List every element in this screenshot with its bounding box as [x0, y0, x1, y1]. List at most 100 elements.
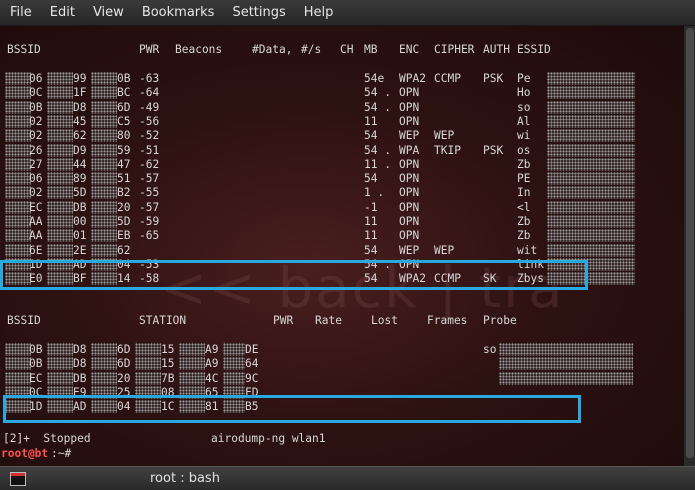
- essid-redacted: [547, 86, 635, 100]
- bssid-redacted: [5, 143, 31, 157]
- menu-bar: File Edit View Bookmarks Settings Help: [0, 0, 695, 26]
- bssid-part: 02: [29, 186, 43, 200]
- bssid-part: 5D: [73, 186, 87, 200]
- essid-cell: Al: [517, 114, 531, 128]
- bssid-part: EB: [117, 229, 131, 243]
- enc-cell: OPN: [399, 157, 420, 171]
- bssid-redacted: [5, 72, 31, 85]
- bssid-part: 1D: [29, 257, 43, 271]
- bssid-part: 04: [117, 400, 131, 414]
- station-part: 9C: [245, 371, 259, 385]
- essid-cell: In: [517, 186, 531, 200]
- menu-item-view[interactable]: View: [93, 5, 124, 20]
- bssid-part: DB: [73, 200, 87, 214]
- pwr-cell: -51: [139, 143, 160, 157]
- station-part: 08: [161, 385, 175, 399]
- terminal-scrollbar[interactable]: [683, 26, 695, 466]
- station-redacted: [135, 357, 161, 371]
- mb-cell: 1 .: [364, 186, 385, 200]
- essid-redacted: [547, 157, 635, 171]
- mb-cell: 11: [364, 229, 378, 243]
- essid-redacted: [547, 172, 635, 186]
- terminal-icon[interactable]: [10, 471, 26, 486]
- essid-cell: PE: [517, 172, 531, 186]
- essid-redacted: [547, 186, 635, 200]
- essid-redacted: [547, 243, 635, 257]
- bssid-redacted: [91, 229, 117, 243]
- mb-cell: 54: [364, 129, 378, 143]
- bssid-part: 99: [73, 72, 87, 85]
- pwr-cell: -49: [139, 100, 160, 114]
- taskbar-tab-label[interactable]: root : bash: [150, 471, 220, 486]
- bssid-part: 06: [29, 72, 43, 85]
- auth-cell: PSK: [483, 143, 504, 157]
- bssid-part: BF: [73, 272, 87, 286]
- bssid-redacted: [5, 100, 31, 114]
- backtrack-watermark: << back | tra: [160, 256, 565, 321]
- menu-item-settings[interactable]: Settings: [232, 5, 285, 20]
- station-header-5: Frames: [427, 314, 468, 327]
- enc-cell: OPN: [399, 257, 420, 271]
- auth-cell: PSK: [483, 72, 504, 85]
- menu-item-file[interactable]: File: [10, 5, 32, 20]
- bssid-part: 02: [29, 114, 43, 128]
- scrollbar-thumb[interactable]: [686, 28, 694, 458]
- essid-redacted: [547, 257, 635, 271]
- bssid-part: 51: [117, 172, 131, 186]
- bssid-part: 0B: [29, 100, 43, 114]
- bssid-redacted: [5, 229, 31, 243]
- mb-cell: 11: [364, 215, 378, 228]
- bssid-part: D8: [73, 100, 87, 114]
- bssid-redacted: [47, 172, 73, 186]
- bssid-part: AD: [73, 400, 87, 414]
- station-header-2: PWR: [273, 314, 294, 327]
- probe-redacted: [499, 357, 633, 371]
- probe-redacted: [499, 371, 633, 385]
- bssid-redacted: [91, 343, 117, 356]
- station-redacted: [223, 371, 245, 385]
- cipher-cell: TKIP: [434, 143, 461, 157]
- mb-cell: 54 .: [364, 257, 391, 271]
- menu-item-bookmarks[interactable]: Bookmarks: [142, 5, 215, 20]
- bssid-part: 89: [73, 172, 87, 186]
- probe-redacted: [499, 343, 633, 356]
- pwr-cell: -55: [139, 186, 160, 200]
- pwr-cell: -53: [139, 257, 160, 271]
- mb-cell: 54: [364, 243, 378, 257]
- bssid-part: 26: [29, 143, 43, 157]
- station-header-4: Lost: [371, 314, 398, 327]
- bssid-part: 59: [117, 143, 131, 157]
- bssid-part: AD: [73, 257, 87, 271]
- job-status: [2]+ Stopped: [3, 432, 91, 445]
- bssid-redacted: [91, 215, 117, 228]
- essid-redacted: [547, 229, 635, 243]
- pwr-cell: -57: [139, 172, 160, 186]
- ap-header-5: CH: [340, 43, 354, 56]
- bssid-part: 27: [29, 157, 43, 171]
- probe-cell: so: [483, 343, 497, 356]
- menu-item-edit[interactable]: Edit: [50, 5, 75, 20]
- ap-header-7: ENC: [399, 43, 420, 56]
- bssid-part: 1F: [73, 86, 87, 100]
- bssid-redacted: [91, 371, 117, 385]
- enc-cell: OPN: [399, 200, 420, 214]
- bssid-part: 0B: [117, 72, 131, 85]
- terminal-window[interactable]: << back | tra BSSID PWR Beacons #Data, #/s CH…: [0, 26, 683, 466]
- bssid-part: B2: [117, 186, 131, 200]
- bssid-part: 45: [73, 114, 87, 128]
- bssid-redacted: [5, 257, 31, 271]
- bssid-part: 20: [117, 371, 131, 385]
- pwr-cell: -59: [139, 215, 160, 228]
- pwr-cell: -56: [139, 114, 160, 128]
- mb-cell: 11: [364, 114, 378, 128]
- station-redacted: [223, 400, 245, 414]
- essid-cell: Zbys: [517, 272, 544, 286]
- bssid-redacted: [47, 385, 73, 399]
- mb-cell: 54 .: [364, 100, 391, 114]
- bssid-redacted: [47, 272, 73, 286]
- station-part: DE: [245, 343, 259, 356]
- ap-header-8: CIPHER: [434, 43, 475, 56]
- station-redacted: [135, 371, 161, 385]
- menu-item-help[interactable]: Help: [304, 5, 334, 20]
- bssid-redacted: [91, 86, 117, 100]
